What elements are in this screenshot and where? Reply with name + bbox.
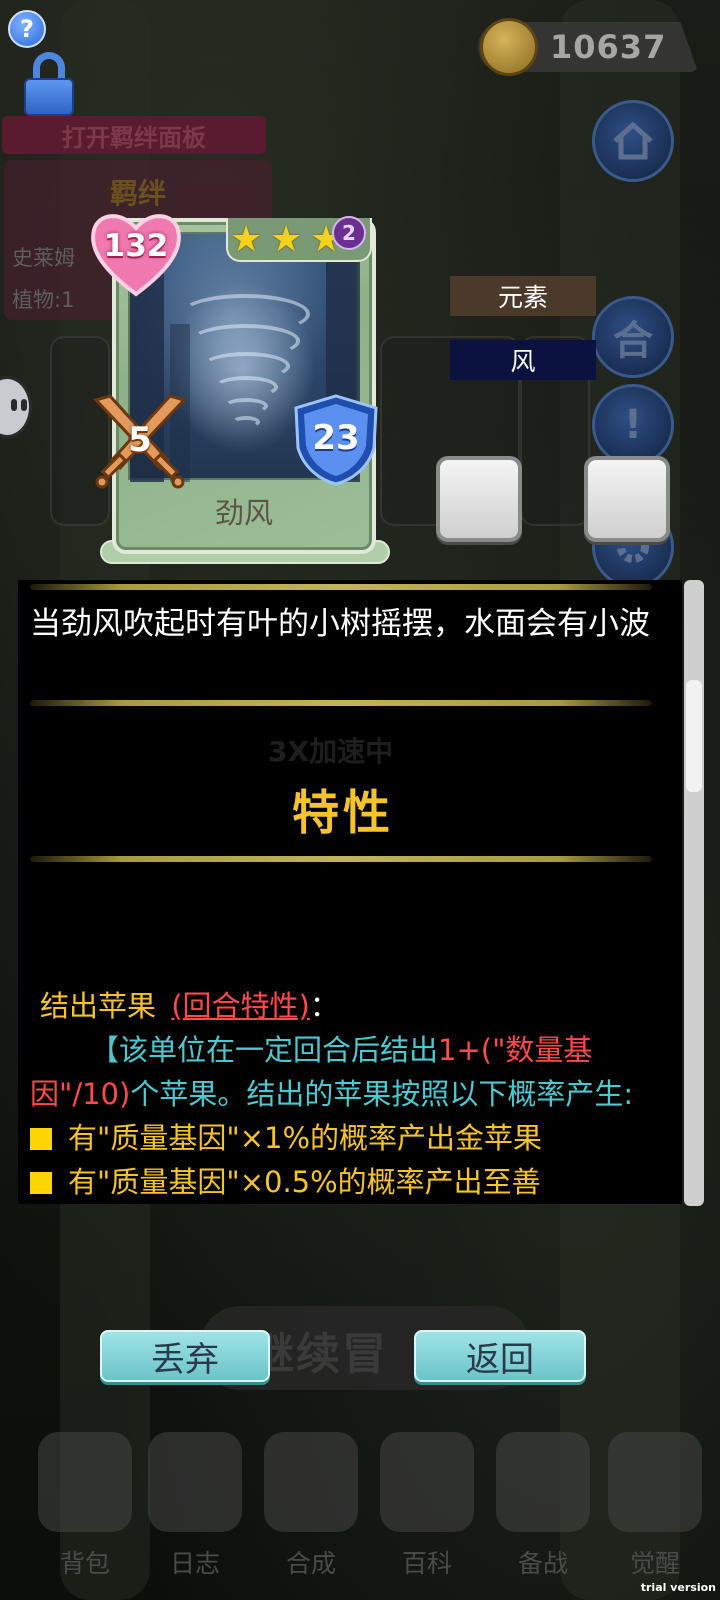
bond-panel-open-button[interactable]: 打开羁绊面板 [2, 116, 266, 154]
trait-description: 【该单位在一定回合后结出1+("数量基因"/10)个苹果。结出的苹果按照以下概率… [30, 1028, 680, 1116]
equipment-slot[interactable] [584, 456, 670, 542]
nav-label: 合成 [285, 1549, 336, 1578]
scrollbar-thumb[interactable] [686, 680, 702, 792]
trait-desc-intro: 【该单位在一定回合后结出 [90, 1033, 439, 1067]
trait-bullet: 有"质量基因"×1%的概率产出金苹果 [30, 1116, 680, 1160]
journal-icon [148, 1432, 242, 1532]
nav-log[interactable]: 日志 [140, 1430, 250, 1600]
home-icon [613, 121, 653, 160]
bullet-icon [30, 1128, 52, 1150]
defense-value: 23 [312, 418, 360, 458]
divider [30, 856, 652, 862]
card-name: 劲风 [214, 496, 273, 530]
bullet-icon [30, 1172, 52, 1194]
trial-watermark: trial version [640, 1581, 716, 1594]
trait-bullet: 有"质量基因"×0.5%的概率产出至善 [30, 1160, 680, 1204]
bond-line: 植物:1 [12, 288, 75, 312]
hp-value: 132 [103, 228, 169, 264]
equipment-slot[interactable] [436, 456, 522, 542]
book-icon [380, 1432, 474, 1532]
trait-type: (回合特性) [171, 989, 310, 1023]
nav-encyclopedia[interactable]: 百科 [372, 1430, 482, 1600]
nav-craft[interactable]: 合成 [256, 1430, 366, 1600]
nav-prepare[interactable]: 备战 [488, 1430, 598, 1600]
bullet-text: 的概率产出至善 [337, 1165, 541, 1199]
bond-line: 史莱姆 [12, 246, 75, 270]
nav-label: 百科 [401, 1549, 452, 1578]
coin-icon [480, 18, 538, 76]
speed-indicator: 3X加速中 [268, 735, 394, 768]
backpack-icon [38, 1432, 132, 1532]
bullet-text: 有 [68, 1165, 98, 1199]
alert-button[interactable]: ! [592, 384, 674, 466]
nav-label: 觉醒 [629, 1549, 680, 1578]
trait-body: 结出苹果 (回合特性)： 【该单位在一定回合后结出1+("数量基因"/10)个苹… [30, 984, 680, 1204]
attack-value: 5 [128, 420, 152, 460]
continue-adventure-label: 继续冒 [250, 1329, 388, 1380]
back-button[interactable]: 返回 [414, 1330, 586, 1382]
divider [30, 584, 652, 590]
element-value: 风 [450, 340, 596, 380]
colon: ： [309, 989, 339, 1023]
star-icon: ★ [270, 219, 303, 260]
bullet-gene: "质量基因"×0.5% [97, 1165, 338, 1199]
nav-awaken[interactable]: 觉醒 [600, 1430, 710, 1600]
help-button[interactable]: ? [8, 10, 46, 48]
bullet-text: 的概率产出金苹果 [310, 1121, 543, 1155]
coin-value: 10637 [550, 28, 667, 66]
trait-title-line: 结出苹果 (回合特性)： [30, 984, 680, 1028]
spirit-icon [608, 1432, 702, 1532]
star-icon: ★ [230, 219, 263, 260]
flavor-text: 当劲风吹起时有叶的小树摇摆，水面会有小波 [30, 606, 650, 642]
merge-button[interactable]: 合 [592, 296, 674, 378]
element-label: 元素 [450, 276, 596, 316]
nav-label: 备战 [517, 1549, 568, 1578]
bullet-text: 有 [68, 1121, 98, 1155]
discard-button[interactable]: 丢弃 [100, 1330, 270, 1382]
trait-desc-rest: 个苹果。结出的苹果按照以下概率产生: [130, 1077, 634, 1111]
trait-name: 结出苹果 [40, 989, 157, 1023]
star-level-badge: 2 [332, 216, 366, 250]
lock-icon[interactable] [24, 52, 74, 116]
shelf-icon [264, 1432, 358, 1532]
scrollbar[interactable] [684, 580, 704, 1206]
trait-heading: 特性 [292, 786, 394, 841]
nav-label: 背包 [59, 1549, 110, 1578]
nav-backpack[interactable]: 背包 [30, 1430, 140, 1600]
divider [30, 700, 652, 706]
bullet-gene: "质量基因"×1% [97, 1121, 310, 1155]
mushroom-icon [496, 1432, 590, 1532]
home-button[interactable] [592, 100, 674, 182]
nav-label: 日志 [169, 1549, 220, 1578]
description-panel[interactable]: 当劲风吹起时有叶的小树摇摆，水面会有小波 3X加速中 特性 结出苹果 (回合特性… [18, 580, 682, 1204]
